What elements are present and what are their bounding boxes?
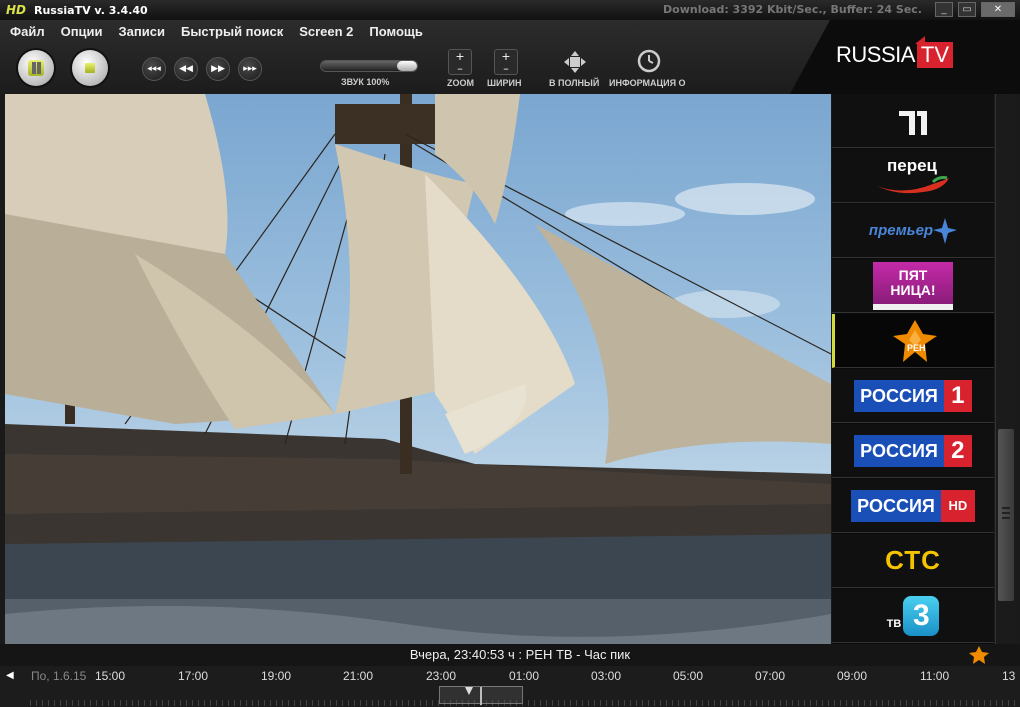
channel-badge: 2: [943, 434, 972, 467]
zoom-stepper[interactable]: + –: [448, 49, 472, 75]
maximize-button[interactable]: ▭: [958, 2, 976, 17]
width-minus-button[interactable]: –: [495, 63, 517, 75]
volume-label: ЗВУК 100%: [341, 77, 390, 87]
timeline-tick: 07:00: [755, 669, 786, 683]
timeline-tick: 11:00: [920, 669, 950, 683]
menu-quick-search[interactable]: Быстрый поиск: [181, 24, 283, 39]
menu-options[interactable]: Опции: [61, 24, 103, 39]
channel1-logo-icon: [899, 110, 927, 135]
rewind-icon[interactable]: ◀◀: [174, 57, 198, 81]
channel-label: РОССИЯ: [854, 434, 944, 467]
stop-icon: [85, 63, 95, 73]
download-stats: Download: 3392 Kbit/Sec., Buffer: 24 Sec…: [663, 3, 922, 16]
forward-icon[interactable]: ▶▶: [206, 57, 230, 81]
video-frame: [5, 94, 831, 644]
zoom-label: ZOOM: [447, 78, 474, 88]
playhead-marker-icon: [465, 687, 473, 695]
ren-small-icon: [969, 646, 989, 664]
timeline-tick: 01:00: [509, 669, 540, 683]
zoom-minus-button[interactable]: –: [449, 63, 471, 75]
now-playing-text: Вчера, 23:40:53 ч : РЕН ТВ - Час пик: [409, 647, 631, 662]
channel-label: ПЯТ НИЦА!: [890, 266, 936, 298]
channel-badge: 1: [943, 379, 972, 412]
channel-list: перец премьер ПЯТ НИЦА! РЕН РОССИЯ 1 РОС…: [832, 94, 994, 644]
title-bar: HD RussiaTV v. 3.4.40 Download: 3392 Kbi…: [0, 0, 1020, 20]
scroll-thumb[interactable]: [998, 429, 1014, 601]
grip-icon: [1002, 507, 1010, 519]
timeline-tick: 03:00: [591, 669, 622, 683]
minimize-button[interactable]: _: [935, 2, 953, 17]
clock-icon[interactable]: [637, 49, 661, 73]
toolbar: Файл Опции Записи Быстрый поиск Screen 2…: [0, 20, 1020, 94]
timeline-tick: 15:00: [95, 669, 126, 683]
pepper-icon: [877, 175, 949, 193]
channel-item-perets[interactable]: перец: [832, 149, 994, 203]
channel-item-tv3[interactable]: ТВ 3: [832, 589, 994, 643]
skip-forward-icon[interactable]: ▸▸▸: [238, 57, 262, 81]
channel-item-sts[interactable]: СТС: [832, 534, 994, 588]
menu-help[interactable]: Помощь: [369, 24, 422, 39]
channel-label: СТС: [885, 545, 941, 575]
channel-item-pyatnica[interactable]: ПЯТ НИЦА!: [832, 259, 994, 313]
timeline-ruler[interactable]: [30, 688, 1020, 707]
timeline-playhead[interactable]: [439, 686, 523, 705]
volume-slider[interactable]: [320, 60, 418, 72]
russiatv-logo: RUSSIA TV: [836, 36, 954, 68]
video-player[interactable]: [5, 94, 831, 644]
star-icon: [933, 217, 958, 244]
channel-item-rossiya-hd[interactable]: РОССИЯ HD: [832, 479, 994, 533]
channel-item-rossiya1[interactable]: РОССИЯ 1: [832, 369, 994, 423]
channel-label: РОССИЯ: [854, 379, 944, 412]
channel-label: РОССИЯ: [851, 489, 941, 522]
channel-item-premier[interactable]: премьер: [832, 204, 994, 258]
timeline-tick: 09:00: [837, 669, 868, 683]
timeline-tick: 19:00: [261, 669, 292, 683]
skip-back-icon[interactable]: ◂◂◂: [142, 57, 166, 81]
timeline-left-arrow-icon[interactable]: ◀: [6, 666, 26, 707]
channel-label: ТВ: [886, 617, 902, 630]
channel-label: премьер: [868, 222, 934, 239]
status-bar: Вчера, 23:40:53 ч : РЕН ТВ - Час пик: [0, 644, 1020, 666]
fullscreen-icon[interactable]: [563, 50, 587, 74]
ren-logo-icon: [892, 319, 937, 362]
info-label[interactable]: ИНФОРМАЦИЯ О: [609, 78, 686, 88]
channel-item-perviy[interactable]: [832, 94, 994, 148]
pause-icon: [28, 60, 44, 76]
app-title: RussiaTV v. 3.4.40: [34, 3, 148, 17]
timeline-tick: 05:00: [673, 669, 704, 683]
timeline-date: По, 1.6.15: [31, 669, 87, 683]
timeline-tick: 13: [1002, 669, 1016, 683]
hd-badge: HD: [6, 3, 27, 17]
close-button[interactable]: ✕: [981, 2, 1015, 17]
channel-badge: HD: [940, 489, 975, 522]
menu-bar: Файл Опции Записи Быстрый поиск Screen 2…: [10, 24, 439, 39]
stop-button[interactable]: [72, 50, 108, 86]
menu-recordings[interactable]: Записи: [119, 24, 165, 39]
fullscreen-label[interactable]: В ПОЛНЫЙ: [549, 78, 599, 88]
playhead-line: [480, 687, 482, 705]
channel-item-ren[interactable]: РЕН: [832, 314, 994, 368]
menu-file[interactable]: Файл: [10, 24, 45, 39]
timeline-tick: 23:00: [426, 669, 457, 683]
width-stepper[interactable]: + –: [494, 49, 518, 75]
channel-label: перец: [887, 155, 938, 175]
pause-button[interactable]: [18, 50, 54, 86]
channel-badge: 3: [903, 595, 940, 636]
volume-knob[interactable]: [397, 61, 417, 71]
channel-scrollbar[interactable]: [995, 94, 1015, 644]
channel-item-rossiya2[interactable]: РОССИЯ 2: [832, 424, 994, 478]
timeline-tick: 21:00: [343, 669, 374, 683]
width-label: ШИРИН: [487, 78, 522, 88]
menu-screen2[interactable]: Screen 2: [299, 24, 353, 39]
channel-label: РЕН: [907, 343, 926, 353]
timeline-tick: 17:00: [178, 669, 209, 683]
